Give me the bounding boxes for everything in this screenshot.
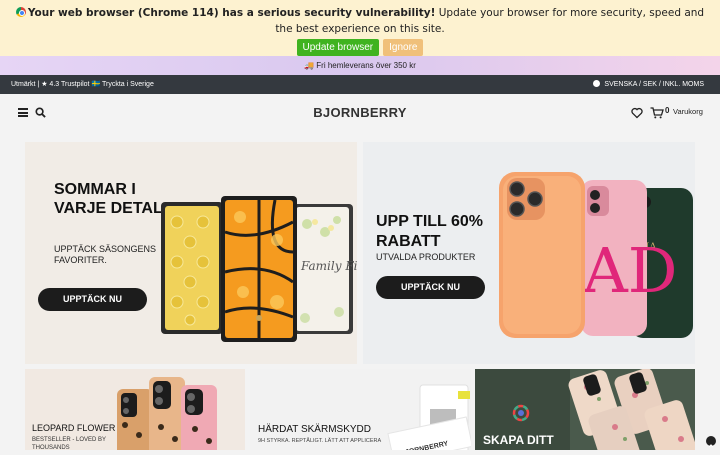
update-browser-button[interactable]: Update browser bbox=[296, 39, 380, 56]
wallet-cases-image: Family First bbox=[161, 196, 357, 342]
create-your-own-tile[interactable]: SKAPA DITT bbox=[475, 369, 695, 450]
top-info-bar: Utmärkt | ★ 4.3 Trustpilot 🇸🇪 Tryckta i … bbox=[0, 75, 720, 94]
ignore-button[interactable]: Ignore bbox=[383, 39, 424, 56]
site-logo[interactable]: BJORNBERRY bbox=[0, 94, 720, 132]
browser-update-notice: Your web browser (Chrome 114) has a seri… bbox=[0, 0, 720, 56]
globe-icon bbox=[593, 80, 601, 87]
scroll-to-top-button[interactable] bbox=[706, 436, 716, 448]
summer-banner[interactable]: SOMMAR I VARJE DETALJ. UPPTÄCK SÄSONGENS… bbox=[25, 142, 357, 364]
family-first-text: Family First bbox=[300, 259, 357, 273]
monogram-ad: AD bbox=[582, 234, 677, 307]
phone-cases-image: MA AD bbox=[499, 172, 693, 338]
update-message-bold: Your web browser (Chrome 114) has a seri… bbox=[27, 7, 436, 19]
wishlist-heart-icon[interactable] bbox=[631, 107, 643, 119]
hamburger-menu-icon[interactable] bbox=[18, 108, 28, 117]
leopard-flower-title: LEOPARD FLOWER bbox=[32, 423, 116, 433]
leopard-flower-tile[interactable]: LEOPARD FLOWER BESTSELLER - LOVED BY THO… bbox=[25, 369, 245, 450]
screen-protector-subtitle: 9H STYRKA. REPTÅLIGT. LÄTT ATT APPLICERA bbox=[258, 438, 382, 444]
sale-banner[interactable]: UPP TILL 60% RABATT UTVALDA PRODUKTER UP… bbox=[363, 142, 695, 364]
update-message: Your web browser (Chrome 114) has a seri… bbox=[0, 0, 720, 37]
create-your-own-title: SKAPA DITT bbox=[483, 433, 554, 447]
screen-protector-tile[interactable]: BJORNBERRY HÄRDAT SKÄRMSKYDD 9H STYRKA. … bbox=[250, 369, 471, 450]
locale-label: SVENSKA / SEK / INKL. MOMS bbox=[604, 81, 704, 88]
search-icon[interactable] bbox=[35, 107, 46, 118]
cart-icon[interactable] bbox=[650, 107, 664, 119]
site-header: BJORNBERRY 0 Varukorg bbox=[0, 94, 720, 132]
chrome-icon bbox=[15, 7, 26, 17]
leopard-flower-subtitle: BESTSELLER - LOVED BY THOUSANDS bbox=[32, 437, 106, 450]
locale-selector[interactable]: SVENSKA / SEK / INKL. MOMS bbox=[593, 75, 704, 94]
trustpilot-rating[interactable]: Utmärkt | ★ 4.3 Trustpilot 🇸🇪 Tryckta i … bbox=[11, 75, 154, 94]
free-delivery-banner: 🚚 Fri hemleverans över 350 kr bbox=[0, 56, 720, 75]
cart-label[interactable]: Varukorg bbox=[673, 107, 703, 116]
screen-protector-title: HÄRDAT SKÄRMSKYDD bbox=[258, 424, 371, 435]
cart-count[interactable]: 0 bbox=[665, 106, 669, 115]
